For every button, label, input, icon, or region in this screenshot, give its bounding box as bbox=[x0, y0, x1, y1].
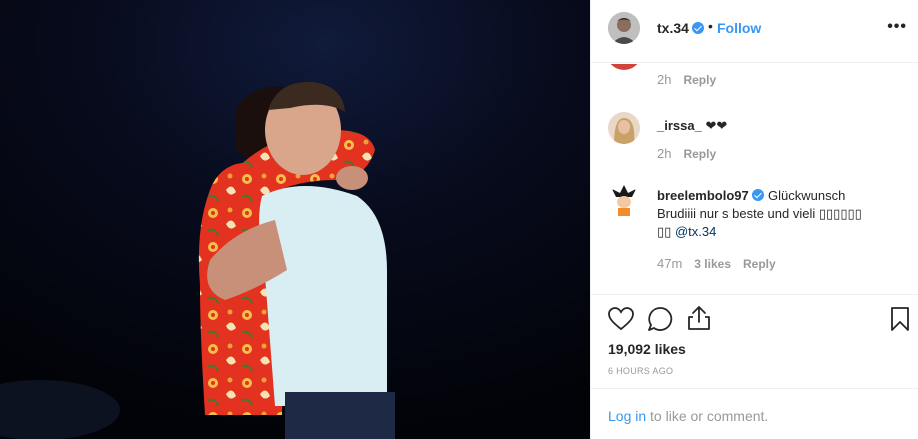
comment-likes[interactable]: 3 likes bbox=[694, 257, 731, 271]
comment-body-line2: Brudiiii nur s beste und vieli bbox=[657, 206, 816, 221]
post-header: tx.34 • Follow ••• bbox=[591, 0, 918, 63]
verified-badge-icon bbox=[692, 22, 704, 34]
post-timestamp[interactable]: 6 HOURS AGO bbox=[608, 366, 673, 376]
separator-dot: • bbox=[708, 18, 713, 34]
post-actions: 19,092 likes 6 HOURS AGO bbox=[591, 294, 918, 388]
comment-username[interactable]: _irssa_ bbox=[657, 118, 702, 133]
post-photo[interactable] bbox=[0, 0, 590, 439]
heart-icon[interactable] bbox=[608, 307, 634, 336]
likes-count[interactable]: 19,092 likes bbox=[608, 341, 686, 357]
comment-body-line1: Glückwunsch bbox=[768, 188, 846, 203]
commenter-avatar[interactable] bbox=[608, 64, 640, 70]
comment-meta: 47m 3 likes Reply bbox=[657, 256, 776, 271]
login-prompt-text: Log in to like or comment. bbox=[608, 408, 768, 424]
post-photo-illustration bbox=[0, 0, 590, 439]
author-username[interactable]: tx.34 bbox=[657, 20, 689, 36]
comment-time[interactable]: 47m bbox=[657, 256, 682, 271]
login-prompt: Log in to like or comment. bbox=[591, 388, 918, 439]
man-tshirt bbox=[259, 186, 387, 406]
author-avatar[interactable] bbox=[608, 12, 640, 44]
comment-body: ❤❤ bbox=[705, 118, 728, 133]
login-prompt-suffix: to like or comment. bbox=[650, 408, 769, 424]
comment-meta: 2h Reply bbox=[657, 72, 716, 87]
comment-text: _irssa_ ❤❤ bbox=[657, 117, 727, 135]
bookmark-icon[interactable] bbox=[890, 306, 910, 337]
reply-button[interactable]: Reply bbox=[743, 257, 776, 271]
comment-username[interactable]: breelembolo97 bbox=[657, 188, 749, 203]
hand bbox=[336, 166, 368, 190]
comment-time[interactable]: 2h bbox=[657, 72, 671, 87]
comment-text: breelembolo97 Glückwunsch Brudiiii nur s… bbox=[657, 187, 907, 241]
commenter-avatar-image bbox=[608, 112, 640, 144]
comment-glyphs: ▯▯ bbox=[657, 224, 672, 239]
comment-meta: 2h Reply bbox=[657, 146, 716, 161]
author-avatar-image bbox=[608, 12, 640, 44]
comment-icon[interactable] bbox=[647, 306, 673, 337]
post-detail-panel: tx.34 • Follow ••• 2h Reply _irssa_ ❤❤ 2… bbox=[590, 0, 918, 439]
comment-glyphs: ▯▯▯▯▯▯ bbox=[818, 206, 862, 221]
comment-time[interactable]: 2h bbox=[657, 146, 671, 161]
commenter-avatar[interactable] bbox=[608, 185, 640, 217]
jeans bbox=[285, 392, 395, 439]
more-options-icon[interactable]: ••• bbox=[887, 18, 907, 36]
reply-button[interactable]: Reply bbox=[683, 73, 716, 87]
login-link[interactable]: Log in bbox=[608, 408, 646, 424]
reply-button[interactable]: Reply bbox=[683, 147, 716, 161]
commenter-avatar[interactable] bbox=[608, 112, 640, 144]
verified-badge-icon bbox=[752, 189, 765, 201]
commenter-avatar-image bbox=[608, 185, 640, 217]
comment-mention[interactable]: @tx.34 bbox=[675, 224, 716, 239]
comments-list[interactable]: 2h Reply _irssa_ ❤❤ 2h Reply breelembolo… bbox=[591, 64, 918, 294]
share-icon[interactable] bbox=[687, 305, 711, 336]
follow-button[interactable]: Follow bbox=[717, 20, 761, 36]
